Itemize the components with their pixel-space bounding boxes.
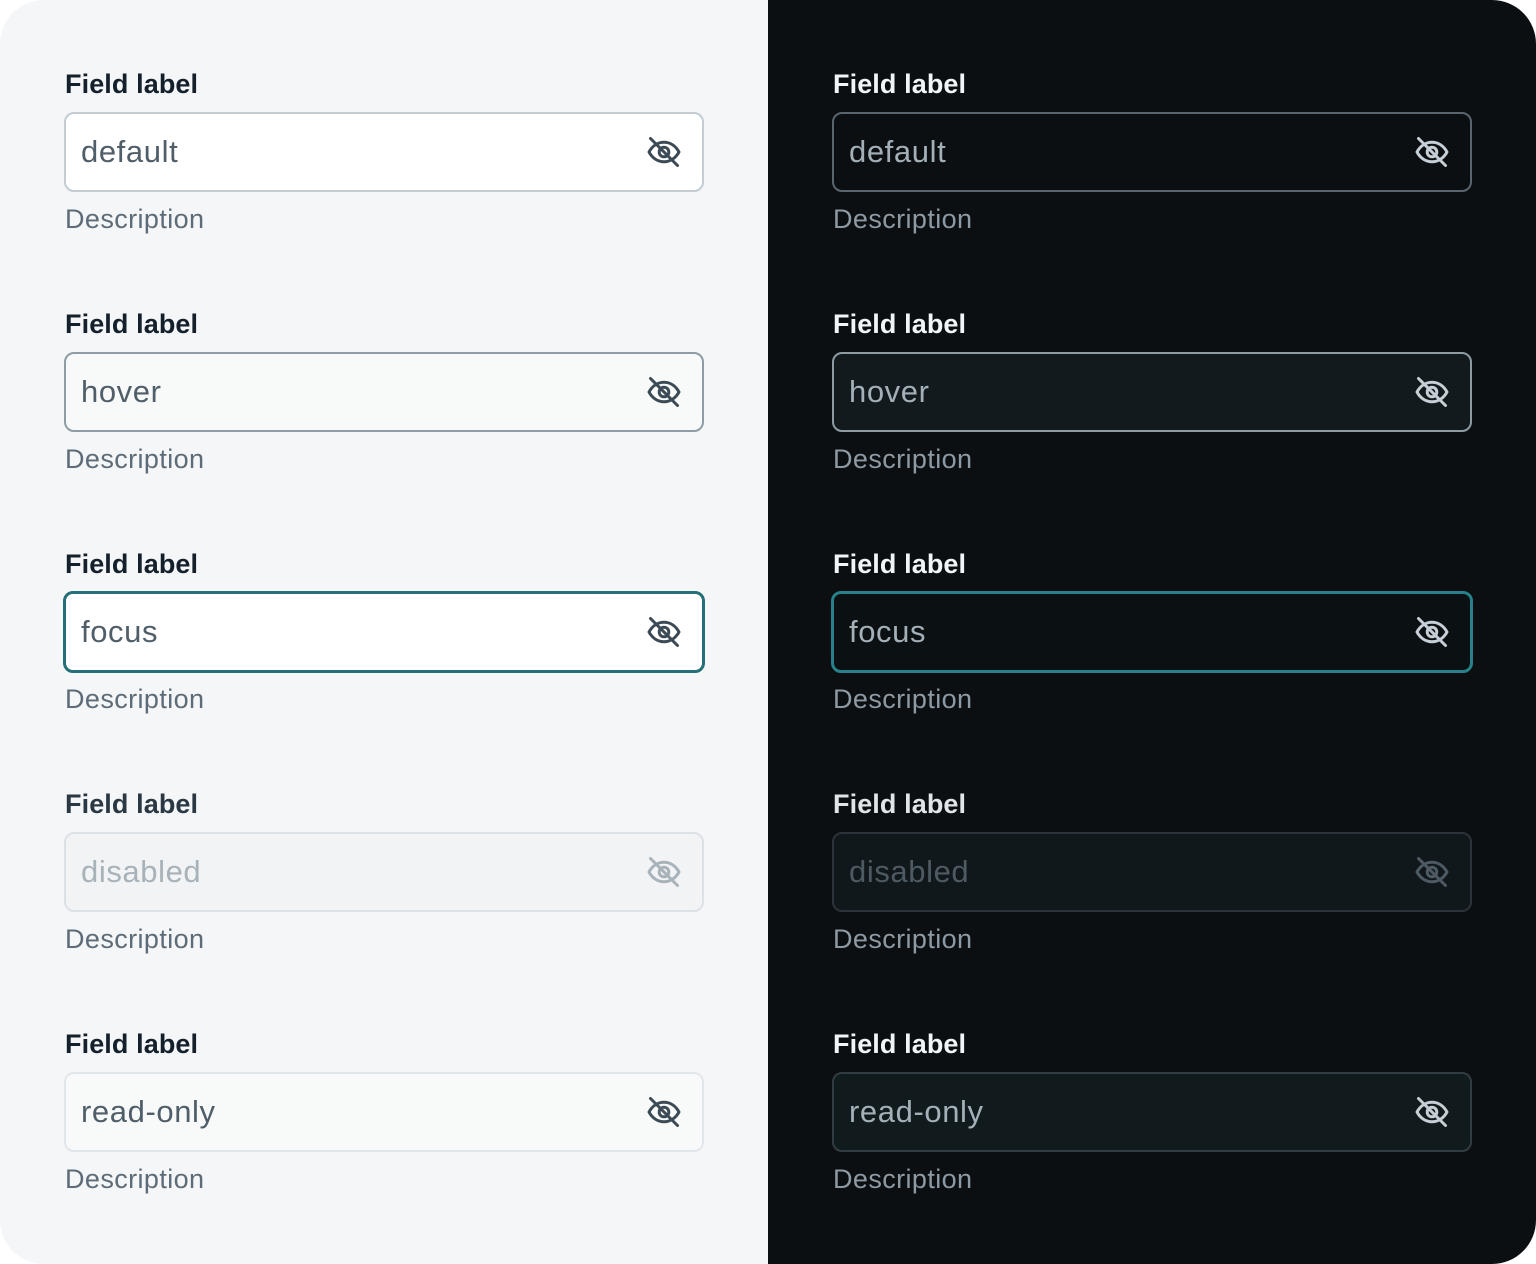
field-description: Description	[833, 924, 973, 954]
field-label: Field label	[833, 549, 967, 579]
eye-off-icon[interactable]	[1414, 1094, 1450, 1130]
field-description: Description	[833, 1164, 973, 1194]
eye-off-icon[interactable]	[646, 1094, 682, 1130]
field-description: Description	[65, 444, 205, 474]
password-input: disabled	[64, 832, 704, 912]
field-label: Field label	[833, 69, 967, 99]
light-theme-panel: Field label default Description Field la…	[0, 0, 768, 1264]
input-value: disabled	[81, 854, 202, 889]
field-description: Description	[65, 924, 205, 954]
input-value: focus	[849, 614, 927, 649]
field-description: Description	[65, 684, 205, 714]
password-input[interactable]: hover	[64, 352, 704, 432]
input-value: read-only	[849, 1094, 984, 1129]
field-label: Field label	[65, 789, 199, 819]
password-input[interactable]: read-only	[832, 1072, 1472, 1152]
password-input: disabled	[832, 832, 1472, 912]
field-description: Description	[65, 1164, 205, 1194]
password-input[interactable]: default	[64, 112, 704, 192]
field-label: Field label	[65, 69, 199, 99]
field-label: Field label	[65, 549, 199, 579]
input-value: default	[81, 134, 179, 169]
input-value: hover	[81, 374, 162, 409]
field-label: Field label	[833, 1029, 967, 1059]
field-label: Field label	[65, 1029, 199, 1059]
input-value: focus	[81, 614, 159, 649]
eye-off-icon	[1414, 854, 1450, 890]
eye-off-icon[interactable]	[646, 374, 682, 410]
dark-theme-panel: Field label default Description Field la…	[768, 0, 1536, 1264]
field-label: Field label	[833, 789, 967, 819]
password-input[interactable]: read-only	[64, 1072, 704, 1152]
eye-off-icon[interactable]	[646, 134, 682, 170]
input-value: default	[849, 134, 947, 169]
input-value: disabled	[849, 854, 970, 889]
password-input[interactable]: hover	[832, 352, 1472, 432]
eye-off-icon[interactable]	[1414, 374, 1450, 410]
eye-off-icon	[646, 854, 682, 890]
input-value: read-only	[81, 1094, 216, 1129]
field-description: Description	[833, 444, 973, 474]
field-description: Description	[65, 204, 205, 234]
field-description: Description	[833, 684, 973, 714]
field-description: Description	[833, 204, 973, 234]
showcase-canvas: Field label default Description Field la…	[0, 0, 1536, 1264]
password-input[interactable]: focus	[63, 591, 705, 673]
password-input[interactable]: focus	[831, 591, 1473, 673]
field-label: Field label	[65, 309, 199, 339]
password-input[interactable]: default	[832, 112, 1472, 192]
eye-off-icon[interactable]	[1414, 134, 1450, 170]
eye-off-icon[interactable]	[646, 614, 682, 650]
field-label: Field label	[833, 309, 967, 339]
eye-off-icon[interactable]	[1414, 614, 1450, 650]
input-value: hover	[849, 374, 930, 409]
